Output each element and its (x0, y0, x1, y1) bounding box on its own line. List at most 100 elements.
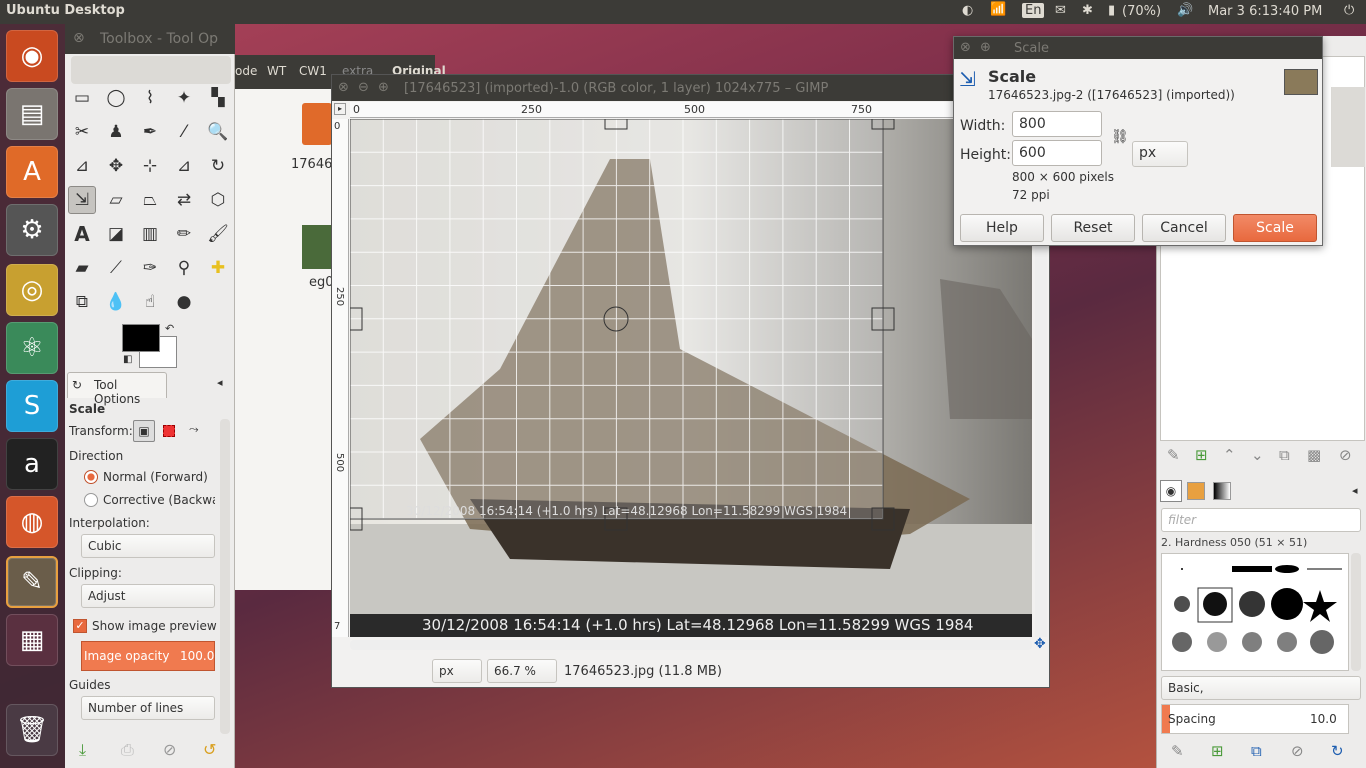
shear-tool-icon[interactable]: ▱ (102, 186, 130, 214)
chain-link-icon[interactable]: ⛓ (1111, 129, 1129, 145)
blend-tool-icon[interactable]: ▥ (136, 220, 164, 248)
perspective-tool-icon[interactable]: ⏢ (136, 186, 164, 214)
brush-filter-input[interactable]: filter (1161, 508, 1361, 532)
duplicate-brush-icon[interactable]: ⧉ (1251, 742, 1262, 760)
radio-corrective[interactable] (84, 493, 98, 507)
clone-tool-icon[interactable]: ⚲ (170, 254, 198, 282)
close-icon[interactable]: ⊗ (338, 80, 349, 95)
image-canvas[interactable]: 30/12/2008 16:54:14 (+1.0 hrs) Lat=48.12… (350, 119, 1032, 637)
restore-tool-preset-icon[interactable]: ⎙ (121, 740, 134, 760)
panel-menu-icon[interactable]: ◂ (217, 376, 223, 389)
airbrush-tool-icon[interactable]: ⟋ (102, 254, 130, 282)
close-icon[interactable]: ⊗ (73, 30, 85, 46)
trash-icon[interactable]: 🗑 (6, 704, 58, 756)
files-icon[interactable]: ▤ (6, 88, 58, 140)
tab-gradients[interactable] (1213, 482, 1231, 500)
spacing-slider[interactable]: Spacing 10.0 (1161, 704, 1349, 734)
paths-tool-icon[interactable]: ✒ (136, 118, 164, 146)
workspace-switcher-icon[interactable]: ▦ (6, 614, 58, 666)
color-select-tool-icon[interactable]: ▚ (204, 84, 232, 112)
wifi-icon[interactable]: 📶 (990, 2, 1006, 17)
foreground-select-tool-icon[interactable]: ♟ (102, 118, 130, 146)
brush-grid[interactable] (1161, 553, 1349, 671)
duplicate-layer-icon[interactable]: ⧉ (1279, 446, 1290, 464)
chrome-icon[interactable]: ◎ (6, 264, 58, 316)
cage-transform-tool-icon[interactable]: ⬡ (204, 186, 232, 214)
height-input[interactable]: 600 (1012, 140, 1102, 166)
close-icon[interactable]: ⊗ (960, 40, 971, 55)
perspective-clone-tool-icon[interactable]: ⧉ (68, 288, 96, 316)
radio-normal[interactable] (84, 470, 98, 484)
clipping-select[interactable]: Adjust (81, 584, 215, 608)
tab-brushes[interactable]: ◉ (1160, 480, 1182, 502)
tab-ode[interactable]: ode (235, 64, 257, 78)
measure-tool-icon[interactable]: ⊿ (68, 152, 96, 180)
raise-layer-icon[interactable]: ⌃ (1223, 446, 1236, 464)
amazon-icon[interactable]: a (6, 438, 58, 490)
battery-percent[interactable]: (70%) (1122, 4, 1161, 19)
tab-tool-options[interactable]: ↻ Tool Options (67, 372, 167, 406)
show-preview-checkbox[interactable]: ✓ (73, 619, 87, 633)
transform-selection-icon[interactable] (163, 425, 175, 437)
text-tool-icon[interactable]: A (68, 220, 96, 248)
ink-tool-icon[interactable]: ✑ (136, 254, 164, 282)
brush-preset-select[interactable]: Basic, (1161, 676, 1361, 700)
reset-button[interactable]: Reset (1051, 214, 1135, 242)
edit-layer-icon[interactable]: ✎ (1167, 446, 1180, 464)
swap-colors-icon[interactable]: ↶ (165, 322, 174, 335)
rotate-tool-icon[interactable]: ↻ (204, 152, 232, 180)
save-tool-preset-icon[interactable]: ⤓ (79, 740, 86, 760)
tool-options-scrollbar[interactable] (220, 419, 230, 734)
volume-icon[interactable]: 🔊 (1177, 3, 1193, 18)
delete-tool-preset-icon[interactable]: ⊘ (163, 740, 176, 759)
zoom-tool-icon[interactable]: 🔍 (204, 118, 232, 146)
maximize-icon[interactable]: ⊕ (378, 80, 389, 95)
brush-scrollbar[interactable] (1351, 553, 1361, 671)
tab-cw1[interactable]: CW1 (299, 64, 327, 78)
help-button[interactable]: Help (960, 214, 1044, 242)
new-layer-icon[interactable]: ⊞ (1195, 446, 1208, 464)
cancel-button[interactable]: Cancel (1142, 214, 1226, 242)
blur-tool-icon[interactable]: 💧 (102, 288, 130, 316)
language-indicator[interactable]: En (1022, 3, 1045, 18)
refresh-brushes-icon[interactable]: ↻ (1331, 742, 1344, 760)
system-settings-icon[interactable]: ⚙ (6, 204, 58, 256)
scale-tool-icon[interactable]: ⇲ (68, 186, 96, 214)
gimp-icon[interactable]: ✎ (6, 556, 58, 608)
skype-icon[interactable]: S (6, 380, 58, 432)
fuzzy-select-tool-icon[interactable]: ✦ (170, 84, 198, 112)
new-brush-icon[interactable]: ⊞ (1211, 742, 1224, 760)
delete-layer-icon[interactable]: ⊘ (1339, 446, 1352, 464)
delete-brush-icon[interactable]: ⊘ (1291, 742, 1304, 760)
width-input[interactable]: 800 (1012, 111, 1102, 137)
align-tool-icon[interactable]: ⊹ (136, 152, 164, 180)
transform-layer-icon[interactable]: ▣ (133, 420, 155, 442)
lower-layer-icon[interactable]: ⌄ (1251, 446, 1264, 464)
file-thumbnail-1[interactable] (302, 103, 332, 145)
atom-icon[interactable]: ⚛ (6, 322, 58, 374)
anchor-layer-icon[interactable]: ▩ (1307, 446, 1321, 464)
ubuntu-dash-icon[interactable]: ◉ (6, 30, 58, 82)
edit-brush-icon[interactable]: ✎ (1171, 742, 1184, 760)
file-thumbnail-2[interactable] (302, 225, 332, 269)
free-select-tool-icon[interactable]: ⌇ (136, 84, 164, 112)
clock[interactable]: Mar 3 6:13:40 PM (1208, 4, 1322, 19)
software-center-icon[interactable]: A (6, 146, 58, 198)
bucket-fill-tool-icon[interactable]: ◪ (102, 220, 130, 248)
foreground-color-swatch[interactable] (122, 324, 160, 352)
maximize-icon[interactable]: ⊕ (980, 40, 991, 55)
flip-tool-icon[interactable]: ⇄ (170, 186, 198, 214)
guides-select[interactable]: Number of lines (81, 696, 215, 720)
minimize-icon[interactable]: ⊖ (358, 80, 369, 95)
smudge-tool-icon[interactable]: ☝ (136, 288, 164, 316)
panel-menu-icon[interactable]: ◂ (1352, 484, 1358, 497)
scissors-tool-icon[interactable]: ✂ (68, 118, 96, 146)
navigate-icon[interactable]: ✥ (1034, 636, 1046, 652)
heal-tool-icon[interactable]: ✚ (204, 254, 232, 282)
layer-row-highlight[interactable] (1331, 87, 1365, 167)
scale-button[interactable]: Scale (1233, 214, 1317, 242)
crop-tool-icon[interactable]: ⊿ (170, 152, 198, 180)
tab-wt[interactable]: WT (267, 64, 286, 78)
ellipse-select-tool-icon[interactable]: ◯ (102, 84, 130, 112)
unit-select[interactable]: px (1132, 141, 1188, 167)
